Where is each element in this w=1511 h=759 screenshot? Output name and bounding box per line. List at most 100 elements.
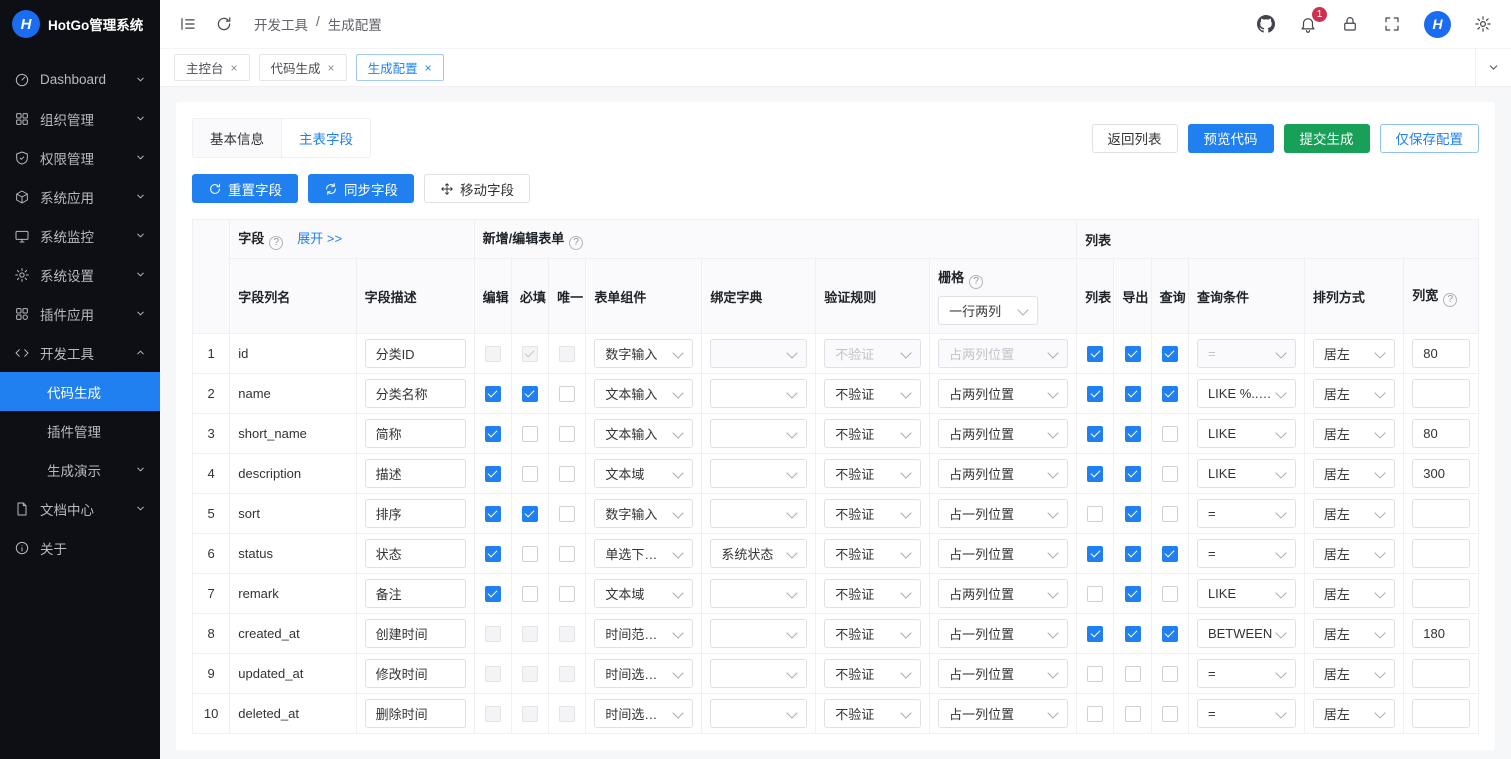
github-icon[interactable]: [1256, 14, 1276, 34]
sidebar-item-system-settings[interactable]: 系统设置: [0, 255, 160, 294]
unique-checkbox[interactable]: [559, 705, 576, 722]
sidebar-item-permission[interactable]: 权限管理: [0, 138, 160, 177]
align-select[interactable]: 居左: [1312, 699, 1396, 728]
validation-rule-select[interactable]: 不验证: [824, 659, 922, 688]
required-checkbox[interactable]: [521, 545, 538, 562]
sidebar-item-dev-tools[interactable]: 开发工具: [0, 333, 160, 372]
required-checkbox[interactable]: [521, 425, 538, 442]
edit-checkbox[interactable]: [484, 505, 501, 522]
list-checkbox[interactable]: [1087, 505, 1104, 522]
tab-console[interactable]: 主控台 ×: [174, 54, 250, 81]
list-checkbox[interactable]: [1087, 625, 1104, 642]
field-desc-input[interactable]: [364, 419, 466, 448]
query-condition-select[interactable]: =: [1196, 659, 1296, 688]
unique-checkbox[interactable]: [559, 465, 576, 482]
query-checkbox[interactable]: [1161, 625, 1178, 642]
field-desc-input[interactable]: [364, 379, 466, 408]
field-desc-input[interactable]: [364, 579, 466, 608]
unique-checkbox[interactable]: [559, 625, 576, 642]
list-checkbox[interactable]: [1087, 545, 1104, 562]
query-checkbox[interactable]: [1161, 465, 1178, 482]
grid-select[interactable]: 占两列位置: [938, 419, 1069, 448]
sidebar-item-code-generation[interactable]: 代码生成: [0, 372, 160, 411]
column-width-input[interactable]: [1412, 699, 1470, 728]
form-component-select[interactable]: 文本输入: [594, 379, 694, 408]
query-checkbox[interactable]: [1161, 705, 1178, 722]
unique-checkbox[interactable]: [559, 665, 576, 682]
column-width-input[interactable]: [1412, 539, 1470, 568]
grid-select[interactable]: 占一列位置: [938, 539, 1069, 568]
edit-checkbox[interactable]: [484, 545, 501, 562]
field-desc-input[interactable]: [364, 459, 466, 488]
sidebar-item-plugin-app[interactable]: 插件应用: [0, 294, 160, 333]
form-component-select[interactable]: 单选下拉框: [594, 539, 694, 568]
grid-select[interactable]: 占两列位置: [938, 459, 1069, 488]
list-checkbox[interactable]: [1087, 665, 1104, 682]
align-select[interactable]: 居左: [1312, 659, 1396, 688]
form-component-select[interactable]: 文本输入: [594, 419, 694, 448]
export-checkbox[interactable]: [1124, 425, 1141, 442]
grid-select[interactable]: 占两列位置: [938, 379, 1069, 408]
required-checkbox[interactable]: [521, 345, 538, 362]
required-checkbox[interactable]: [521, 625, 538, 642]
export-checkbox[interactable]: [1124, 705, 1141, 722]
query-checkbox[interactable]: [1161, 385, 1178, 402]
field-desc-input[interactable]: [364, 699, 466, 728]
tab-options-chevron-icon[interactable]: [1475, 49, 1511, 86]
query-checkbox[interactable]: [1161, 585, 1178, 602]
column-width-input[interactable]: [1412, 499, 1470, 528]
tab-generation-config[interactable]: 生成配置 ×: [355, 54, 444, 81]
align-select[interactable]: 居左: [1312, 459, 1396, 488]
close-icon[interactable]: ×: [328, 62, 335, 74]
required-checkbox[interactable]: [521, 705, 538, 722]
unique-checkbox[interactable]: [559, 385, 576, 402]
collapse-sidebar-icon[interactable]: [178, 14, 198, 34]
form-component-select[interactable]: 时间选择(Y-...: [594, 699, 694, 728]
query-condition-select[interactable]: LIKE: [1196, 419, 1296, 448]
sidebar-item-organization[interactable]: 组织管理: [0, 99, 160, 138]
required-checkbox[interactable]: [521, 665, 538, 682]
sidebar-item-plugin-management[interactable]: 插件管理: [0, 411, 160, 450]
dict-select[interactable]: [710, 459, 808, 488]
export-checkbox[interactable]: [1124, 505, 1141, 522]
align-select[interactable]: 居左: [1312, 339, 1396, 368]
query-checkbox[interactable]: [1161, 505, 1178, 522]
unique-checkbox[interactable]: [559, 505, 576, 522]
validation-rule-select[interactable]: 不验证: [824, 459, 922, 488]
list-checkbox[interactable]: [1087, 425, 1104, 442]
form-component-select[interactable]: 数字输入: [594, 499, 694, 528]
query-condition-select[interactable]: =: [1196, 499, 1296, 528]
align-select[interactable]: 居左: [1312, 579, 1396, 608]
breadcrumb-item[interactable]: 开发工具: [254, 14, 308, 34]
align-select[interactable]: 居左: [1312, 539, 1396, 568]
tab-code-generation[interactable]: 代码生成 ×: [258, 54, 347, 81]
close-icon[interactable]: ×: [231, 62, 238, 74]
dict-select[interactable]: [710, 499, 808, 528]
sidebar-item-about[interactable]: 关于: [0, 528, 160, 567]
grid-layout-select[interactable]: 一行两列: [938, 296, 1039, 325]
dict-select[interactable]: [710, 419, 808, 448]
refresh-icon[interactable]: [214, 14, 234, 34]
list-checkbox[interactable]: [1087, 385, 1104, 402]
edit-checkbox[interactable]: [484, 585, 501, 602]
query-condition-select[interactable]: LIKE: [1196, 579, 1296, 608]
export-checkbox[interactable]: [1124, 625, 1141, 642]
column-width-input[interactable]: [1412, 379, 1470, 408]
column-width-input[interactable]: [1412, 659, 1470, 688]
dict-select[interactable]: [710, 579, 808, 608]
validation-rule-select[interactable]: 不验证: [824, 699, 922, 728]
sidebar-item-docs-center[interactable]: 文档中心: [0, 489, 160, 528]
field-desc-input[interactable]: [364, 499, 466, 528]
dict-select[interactable]: [710, 699, 808, 728]
lock-icon[interactable]: [1340, 14, 1360, 34]
validation-rule-select[interactable]: 不验证: [824, 419, 922, 448]
query-condition-select[interactable]: LIKE %...%: [1196, 379, 1296, 408]
validation-rule-select[interactable]: 不验证: [824, 499, 922, 528]
sidebar-item-system-monitor[interactable]: 系统监控: [0, 216, 160, 255]
move-fields-button[interactable]: 移动字段: [424, 174, 530, 203]
align-select[interactable]: 居左: [1312, 419, 1396, 448]
dict-select[interactable]: [710, 339, 808, 368]
list-checkbox[interactable]: [1087, 585, 1104, 602]
notification-bell-icon[interactable]: 1: [1298, 7, 1327, 34]
sidebar-item-generation-demo[interactable]: 生成演示: [0, 450, 160, 489]
